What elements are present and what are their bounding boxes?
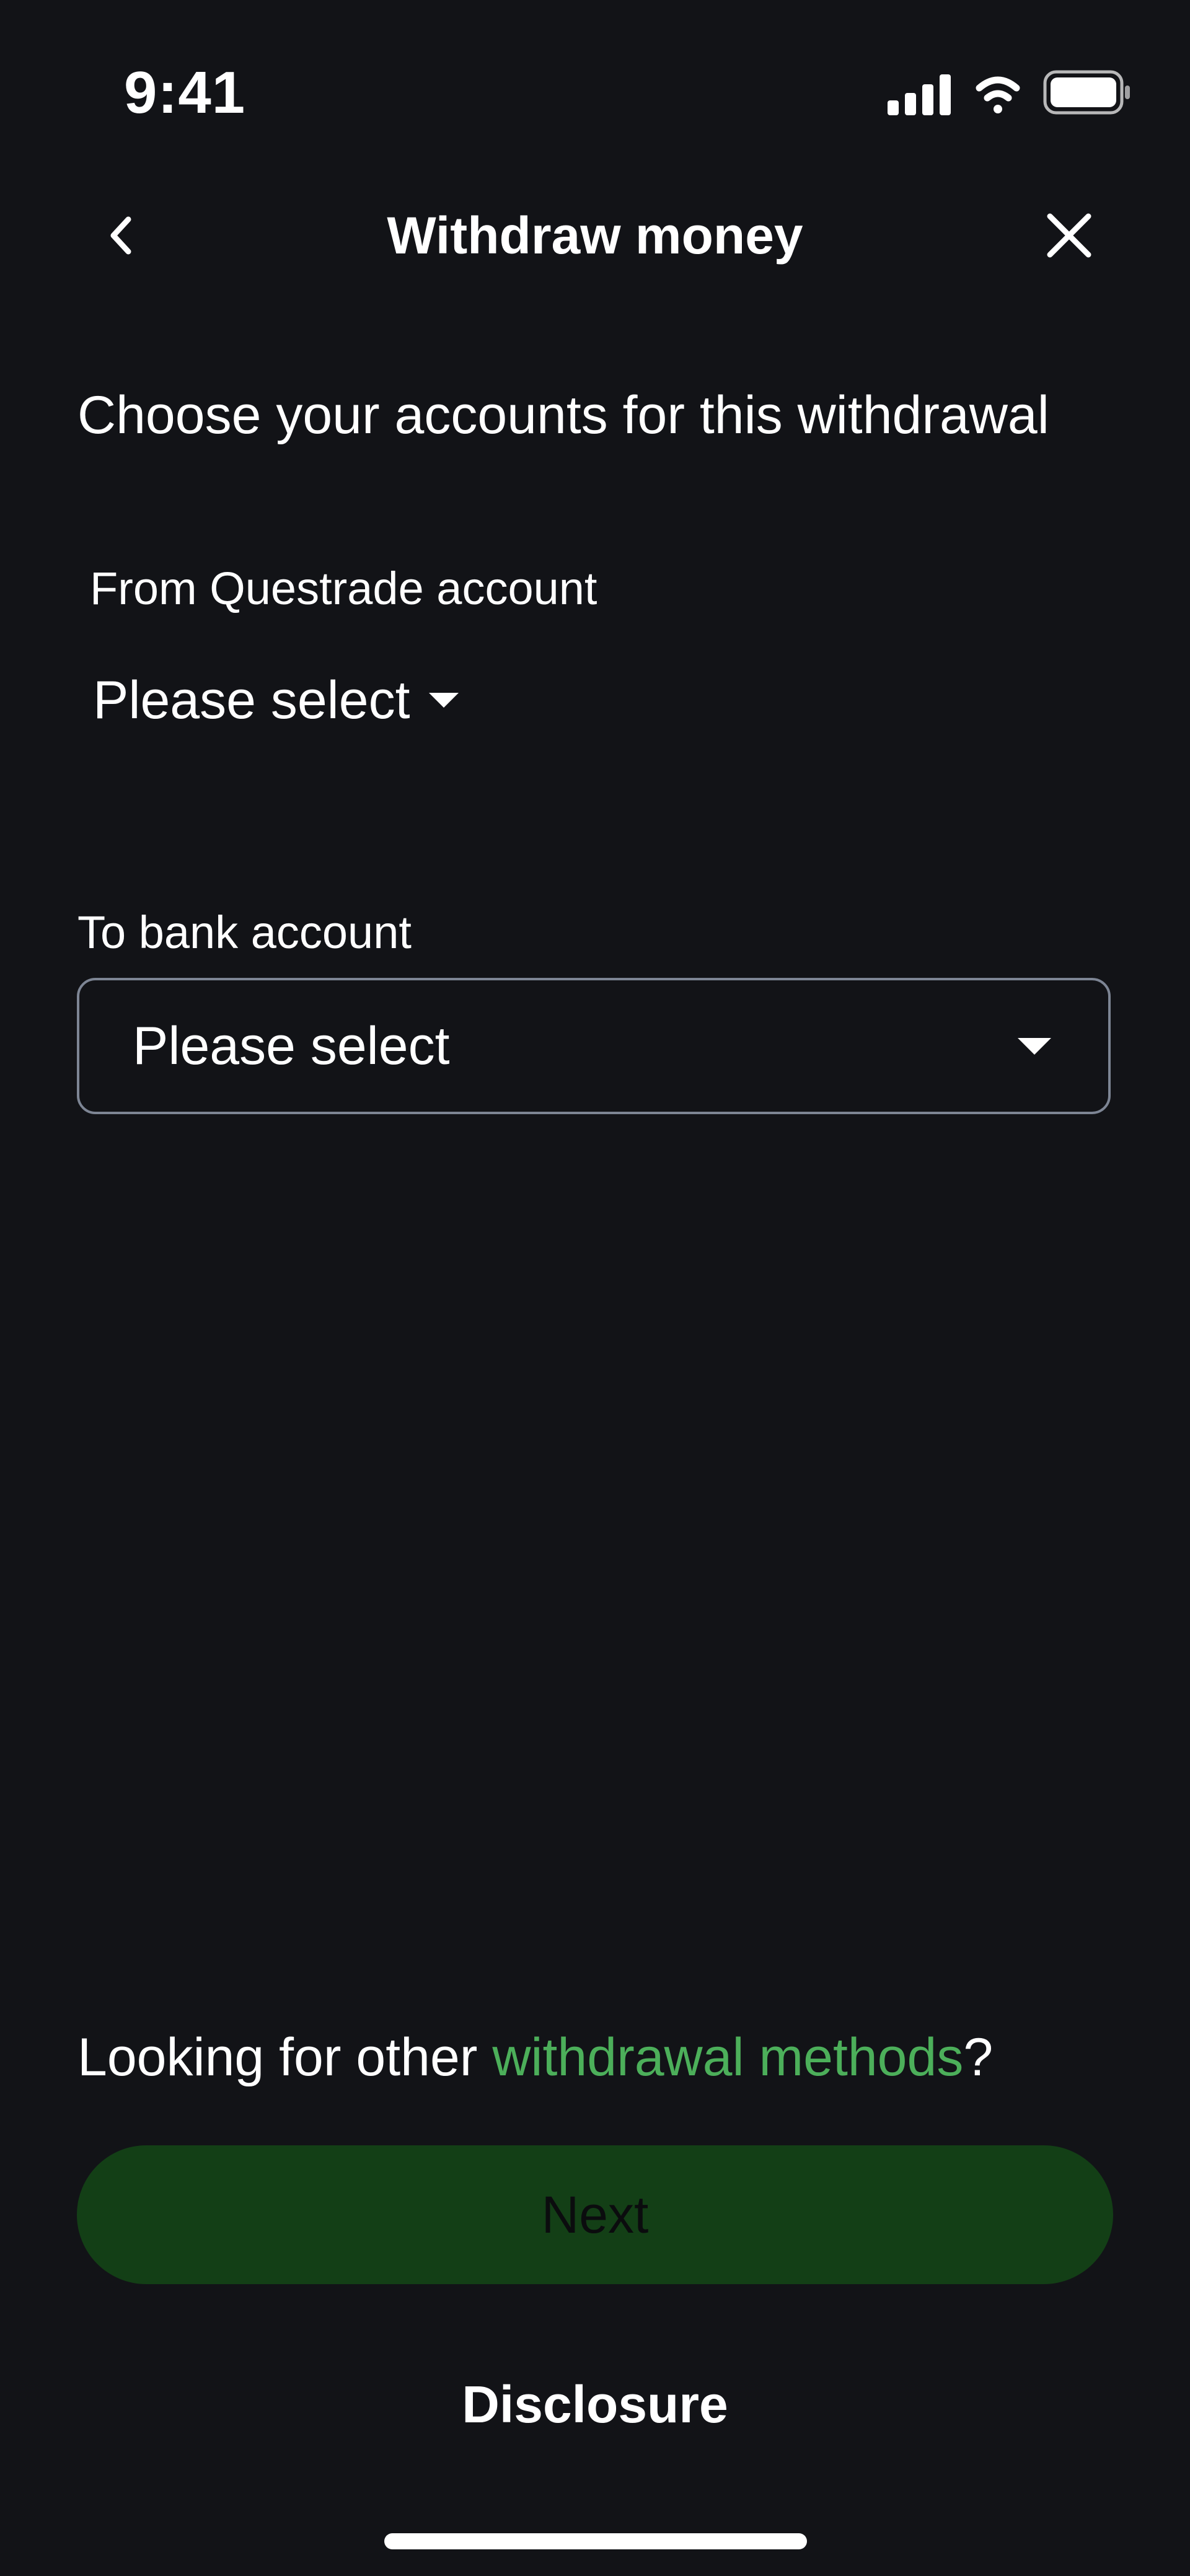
to-account-select[interactable]: Please select <box>77 978 1111 1114</box>
to-account-label: To bank account <box>77 907 412 958</box>
battery-icon <box>1043 70 1130 115</box>
other-methods-prefix: Looking for other <box>77 2028 493 2087</box>
status-time: 9:41 <box>124 59 246 126</box>
close-button[interactable] <box>1035 198 1103 273</box>
back-button[interactable] <box>93 198 149 273</box>
caret-down-icon <box>428 693 459 708</box>
other-methods-suffix: ? <box>963 2028 994 2087</box>
withdrawal-methods-link[interactable]: withdrawal methods <box>492 2028 963 2087</box>
other-methods-text: Looking for other withdrawal methods? <box>77 2020 993 2095</box>
from-account-label: From Questrade account <box>90 563 597 614</box>
wifi-icon <box>976 76 1020 113</box>
disclosure-link[interactable]: Disclosure <box>0 2367 1190 2442</box>
chevron-left-icon <box>110 216 131 255</box>
caret-down-icon <box>1018 1037 1051 1055</box>
status-icons <box>886 68 1134 118</box>
to-account-value: Please select <box>133 1016 450 1076</box>
from-account-select[interactable]: Please select <box>93 657 459 744</box>
page-subtitle: Choose your accounts for this withdrawal <box>77 385 1049 445</box>
home-indicator <box>384 2533 807 2549</box>
from-account-value: Please select <box>93 670 410 730</box>
close-icon <box>1047 213 1091 258</box>
page-title: Withdraw money <box>387 206 803 265</box>
next-button[interactable]: Next <box>77 2145 1113 2284</box>
cellular-signal-icon <box>888 74 951 115</box>
